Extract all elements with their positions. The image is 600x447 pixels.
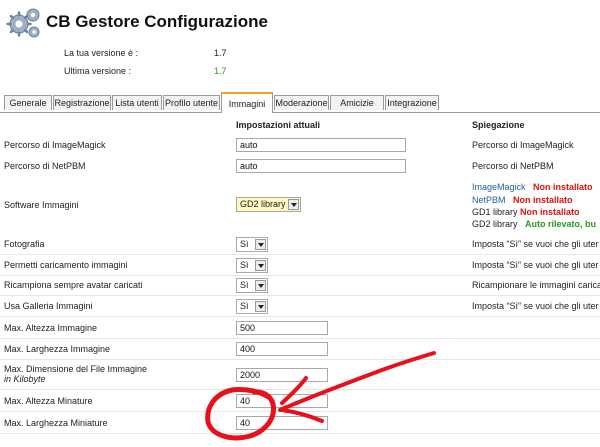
thumb-width-input[interactable]: 40	[236, 416, 328, 430]
allow-upload-value: Sì	[240, 260, 249, 270]
gd2-status: GD2 library Auto rilevato, bu	[472, 219, 596, 229]
allow-upload-select[interactable]: Sì	[236, 258, 268, 273]
row-divider	[0, 338, 600, 339]
max-height-label: Max. Altezza Immagine	[4, 323, 98, 333]
imagemagick-path-desc: Percorso di ImageMagick	[472, 140, 574, 150]
latest-version-value: 1.7	[214, 66, 227, 76]
resample-avatars-value: Sì	[240, 280, 249, 290]
max-filesize-unit: in Kilobyte	[4, 374, 46, 384]
row-divider	[0, 316, 600, 317]
chevron-down-icon	[288, 199, 299, 210]
chevron-down-icon	[255, 239, 266, 250]
netpbm-state: Non installato	[513, 195, 573, 205]
thumb-width-label: Max. Larghezza Miniature	[4, 418, 108, 428]
row-divider	[0, 275, 600, 276]
header: CB Gestore Configurazione La tua version…	[0, 0, 600, 92]
chevron-down-icon	[255, 280, 266, 291]
gear-icon	[6, 8, 40, 38]
tab-integrazione[interactable]: Integrazione	[385, 95, 439, 110]
max-filesize-input[interactable]: 2000	[236, 368, 328, 382]
tab-bar: Generale Registrazione Lista utenti Prof…	[0, 92, 600, 113]
netpbm-path-label: Percorso di NetPBM	[4, 161, 86, 171]
use-gallery-value: Sì	[240, 301, 249, 311]
column-header-explanation: Spiegazione	[472, 120, 525, 130]
image-software-value: GD2 library	[240, 199, 286, 209]
latest-version-label: Ultima versione :	[64, 66, 132, 76]
resample-avatars-desc: Ricampionare le immagini caricat	[472, 280, 600, 290]
thumb-height-input[interactable]: 40	[236, 394, 328, 408]
thumb-height-label: Max. Altezza Minature	[4, 396, 93, 406]
column-header-current: Impostazioni attuali	[236, 120, 321, 130]
netpbm-status: NetPBM Non installato	[472, 195, 573, 205]
row-divider	[0, 359, 600, 360]
row-divider	[0, 295, 600, 296]
netpbm-link[interactable]: NetPBM	[472, 195, 506, 205]
photo-select[interactable]: Sì	[236, 237, 268, 252]
max-width-label: Max. Larghezza Immagine	[4, 344, 111, 354]
current-version-label: La tua versione è :	[64, 48, 139, 58]
photo-value: Sì	[240, 239, 249, 249]
chevron-down-icon	[255, 301, 266, 312]
imagemagick-path-input[interactable]: auto	[236, 138, 406, 152]
chevron-down-icon	[255, 260, 266, 271]
tab-moderazione[interactable]: Moderazione	[274, 95, 329, 110]
netpbm-path-desc: Percorso di NetPBM	[472, 161, 554, 171]
allow-upload-desc: Imposta “Sì” se vuoi che gli uter	[472, 260, 599, 270]
gd2-state: Auto rilevato, bu	[525, 219, 597, 229]
resample-avatars-label: Ricampiona sempre avatar caricati	[4, 280, 143, 290]
gd1-status: GD1 library Non installato	[472, 207, 580, 217]
row-divider	[0, 254, 600, 255]
imagemagick-link[interactable]: ImageMagick	[472, 182, 526, 192]
row-divider	[0, 433, 600, 434]
max-width-input[interactable]: 400	[236, 342, 328, 356]
use-gallery-label: Usa Galleria Immagini	[4, 301, 93, 311]
allow-upload-label: Permetti caricamento immagini	[4, 260, 128, 270]
use-gallery-select[interactable]: Sì	[236, 299, 268, 314]
max-filesize-label: Max. Dimensione del File Immagine in Kil…	[4, 364, 147, 384]
gd2-name: GD2 library	[472, 219, 518, 229]
image-software-label: Software Immagini	[4, 200, 79, 210]
page-title: CB Gestore Configurazione	[46, 12, 268, 31]
gd1-state: Non installato	[520, 207, 580, 217]
max-height-input[interactable]: 500	[236, 321, 328, 335]
tab-generale[interactable]: Generale	[4, 95, 52, 110]
tab-immagini[interactable]: Immagini	[221, 92, 273, 113]
tab-profilo-utente[interactable]: Profilo utente	[163, 95, 220, 110]
use-gallery-desc: Imposta “Sì” se vuoi che gli uter	[472, 301, 599, 311]
imagemagick-state: Non installato	[533, 182, 593, 192]
tab-lista-utenti[interactable]: Lista utenti	[112, 95, 162, 110]
tab-registrazione[interactable]: Registrazione	[53, 95, 111, 110]
gd1-name: GD1 library	[472, 207, 518, 217]
netpbm-path-input[interactable]: auto	[236, 159, 406, 173]
current-version-value: 1.7	[214, 48, 227, 58]
resample-avatars-select[interactable]: Sì	[236, 278, 268, 293]
photo-desc: Imposta “Sì” se vuoi che gli uter	[472, 239, 599, 249]
imagemagick-status: ImageMagick Non installato	[472, 182, 593, 192]
imagemagick-path-label: Percorso di ImageMagick	[4, 140, 106, 150]
row-divider	[0, 389, 600, 390]
photo-label: Fotografia	[4, 239, 45, 249]
row-divider	[0, 411, 600, 412]
tab-amicizie[interactable]: Amicizie	[330, 95, 384, 110]
settings-table: Impostazioni attuali Spiegazione Percors…	[0, 113, 600, 447]
max-filesize-label-text: Max. Dimensione del File Immagine	[4, 364, 148, 374]
image-software-select[interactable]: GD2 library	[236, 197, 301, 212]
